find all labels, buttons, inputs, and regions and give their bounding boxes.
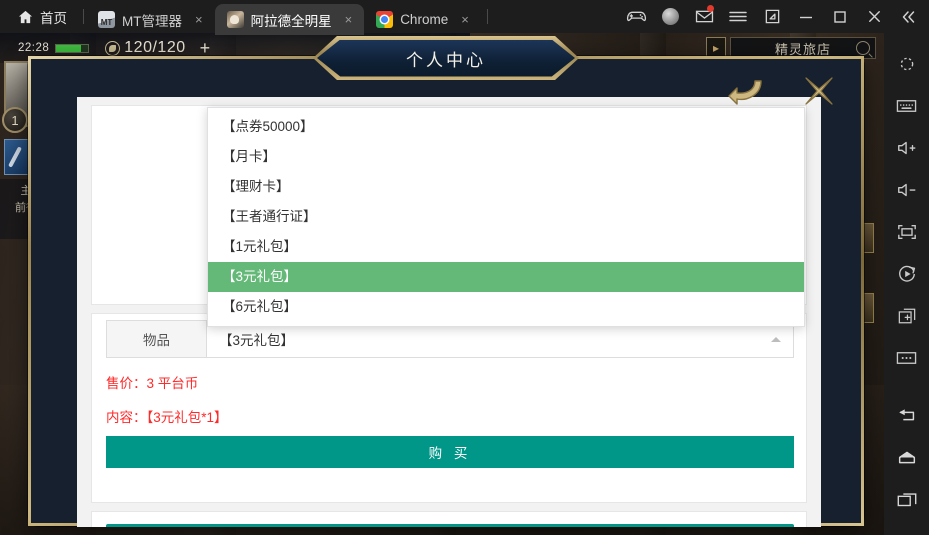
hamburger-menu-icon[interactable] <box>721 0 755 33</box>
item-select-value: 【3元礼包】 <box>219 333 295 348</box>
emulator-titlebar: 首页 MT管理器 × 阿拉德全明星 × Chrome × <box>0 0 929 35</box>
back-arrow-icon[interactable] <box>725 71 769 111</box>
item-select-row: 物品 【3元礼包】 【点券50000】 【月卡】 【理财卡】 【王者通行证】 【… <box>106 107 805 358</box>
collapse-icon[interactable] <box>891 0 925 33</box>
dropdown-option[interactable]: 【6元礼包】 <box>208 292 804 322</box>
player-level-badge: 1 <box>2 107 28 133</box>
item-select[interactable]: 【3元礼包】 【点券50000】 【月卡】 【理财卡】 【王者通行证】 【1元礼… <box>206 107 805 358</box>
webview-content: 物品 【3元礼包】 【点券50000】 【月卡】 【理财卡】 【王者通行证】 【… <box>77 97 821 527</box>
add-screen-icon[interactable] <box>884 295 929 337</box>
emulator-toolbar <box>884 33 929 535</box>
item-label: 物品 <box>106 320 206 358</box>
mail-badge <box>707 5 714 12</box>
game-search-label: 精灵旅店 <box>774 41 831 57</box>
game-clock: 22:28 <box>18 42 50 54</box>
tab-separator <box>486 9 488 24</box>
home-icon <box>18 10 33 24</box>
stamina-group: 120/120 <box>105 39 185 57</box>
item-dropdown-list[interactable]: 【点券50000】 【月卡】 【理财卡】 【王者通行证】 【1元礼包】 【3元礼… <box>207 107 805 327</box>
dialog-title-text: 个人中心 <box>317 39 575 77</box>
screen: 22:28 120/120 + 1 主 前往 ▸ 精灵旅店 个人中心 物品 【3… <box>0 0 929 535</box>
dropdown-option-selected[interactable]: 【3元礼包】 <box>208 262 804 292</box>
stamina-value: 120/120 <box>124 39 186 56</box>
personal-center-dialog: 个人中心 物品 【3元礼包】 【点券50000】 【月卡】 【理财卡】 【王者通… <box>28 36 864 527</box>
more-options-icon[interactable] <box>884 337 929 379</box>
home-tab[interactable]: 首页 <box>0 0 81 33</box>
stamina-icon <box>105 40 121 56</box>
tab-close-icon[interactable]: × <box>189 13 209 26</box>
content-text: 内容：【3元礼包*1】 <box>106 410 228 425</box>
android-back-icon[interactable] <box>884 395 929 437</box>
close-icon[interactable] <box>857 0 891 33</box>
shop-card: 物品 【3元礼包】 【点券50000】 【月卡】 【理财卡】 【王者通行证】 【… <box>91 107 807 503</box>
tab-label: MT管理器 <box>122 13 182 29</box>
mail-icon[interactable] <box>687 0 721 33</box>
dropdown-option[interactable]: 【点券50000】 <box>208 112 804 142</box>
arad-allstar-icon <box>226 11 244 28</box>
chrome-icon <box>376 11 394 28</box>
buy-button[interactable]: 购 买 <box>106 436 794 468</box>
search-icon[interactable] <box>856 41 870 55</box>
maximize-icon[interactable] <box>823 0 857 33</box>
minimize-icon[interactable] <box>789 0 823 33</box>
secondary-card <box>91 511 807 527</box>
dropdown-option[interactable]: 【月卡】 <box>208 142 804 172</box>
gamepad-icon[interactable] <box>619 0 653 33</box>
home-tab-label: 首页 <box>40 10 67 26</box>
dropdown-option[interactable]: 【理财卡】 <box>208 172 804 202</box>
android-home-icon[interactable] <box>884 437 929 479</box>
price-text: 售价：3 平台币 <box>106 376 199 391</box>
dialog-title-banner: 个人中心 <box>313 36 579 80</box>
tab-arad-allstar[interactable]: 阿拉德全明星 × <box>214 4 365 35</box>
secondary-buy-button[interactable] <box>106 524 794 527</box>
caret-up-icon[interactable] <box>771 337 781 342</box>
dropdown-option[interactable]: 【王者通行证】 <box>208 202 804 232</box>
tab-label: 阿拉德全明星 <box>250 13 332 29</box>
tab-label: Chrome <box>400 12 449 27</box>
record-play-icon[interactable] <box>884 253 929 295</box>
keyboard-icon[interactable] <box>884 85 929 127</box>
volume-up-icon[interactable] <box>884 127 929 169</box>
tab-mt-manager[interactable]: MT管理器 × <box>86 4 215 35</box>
tab-chrome[interactable]: Chrome × <box>364 4 481 35</box>
tab-close-icon[interactable]: × <box>339 13 359 26</box>
avatar-icon[interactable] <box>653 0 687 33</box>
tab-separator <box>83 9 84 24</box>
mt-manager-icon <box>98 11 115 28</box>
new-window-icon[interactable] <box>755 0 789 33</box>
android-recents-icon[interactable] <box>884 479 929 521</box>
volume-down-icon[interactable] <box>884 169 929 211</box>
game-energy-bar <box>55 43 90 53</box>
fullscreen-icon[interactable] <box>884 211 929 253</box>
tab-close-icon[interactable]: × <box>455 13 475 26</box>
dropdown-option[interactable]: 【1元礼包】 <box>208 232 804 262</box>
settings-gear-icon[interactable] <box>884 43 929 85</box>
